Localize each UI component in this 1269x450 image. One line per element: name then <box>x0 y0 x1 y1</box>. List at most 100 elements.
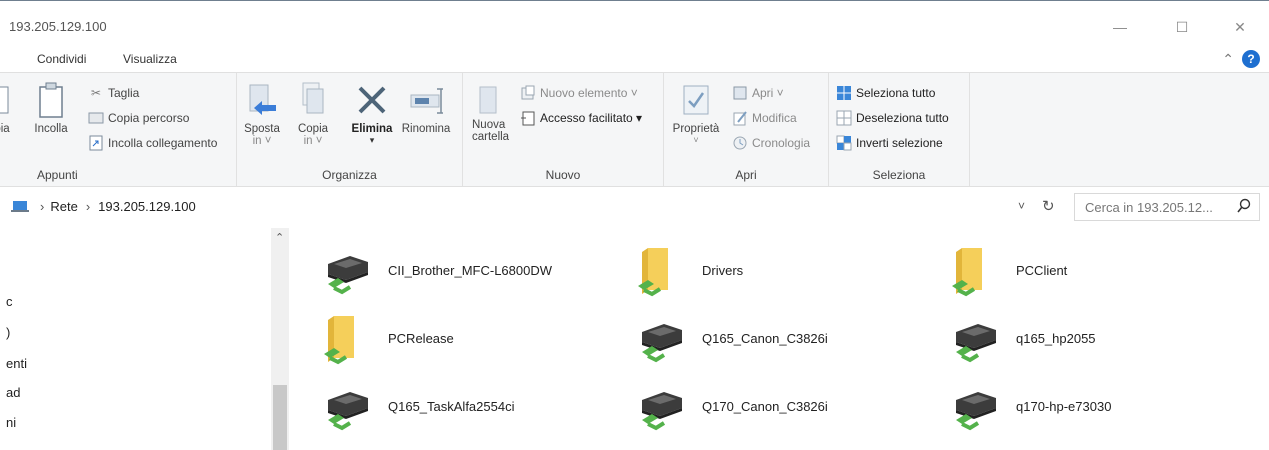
network-printer-icon <box>948 378 1002 434</box>
sposta-in-button[interactable]: Sposta in ˅ <box>240 81 284 147</box>
nav-item[interactable]: ) <box>6 325 10 340</box>
nav-item[interactable]: enti <box>6 356 27 371</box>
edit-icon <box>732 110 748 126</box>
copia-percorso-button[interactable]: Copia percorso <box>88 110 189 126</box>
history-icon <box>732 135 748 151</box>
proprieta-dropdown-icon: ˅ <box>693 135 699 145</box>
proprieta-button[interactable]: Proprietà ˅ <box>666 81 726 145</box>
group-label-apri: Apri <box>735 168 757 182</box>
group-apri: Proprietà ˅ Apri ˅ Modifica Cronologia A… <box>664 73 829 186</box>
item-label: q165_hp2055 <box>1016 330 1096 346</box>
cronologia-button[interactable]: Cronologia <box>732 135 810 151</box>
copia-in-button[interactable]: Copia in ˅ <box>291 81 335 147</box>
rinomina-button[interactable]: Rinomina <box>397 81 455 135</box>
network-folder-icon <box>948 242 1002 298</box>
inverti-selezione-label: Inverti selezione <box>856 136 943 150</box>
easy-access-icon <box>520 110 536 126</box>
network-printer-icon <box>320 378 374 434</box>
modifica-label: Modifica <box>752 111 797 125</box>
group-seleziona: Seleziona tutto Deseleziona tutto Invert… <box>829 73 970 186</box>
file-list: CII_Brother_MFC-L6800DW Drivers PCClient… <box>290 228 1269 450</box>
seleziona-tutto-button[interactable]: Seleziona tutto <box>836 85 935 101</box>
elimina-button[interactable]: Elimina ▾ <box>347 81 397 146</box>
copia-label: pia <box>0 123 10 135</box>
accesso-facilitato-button[interactable]: Accesso facilitato ▾ <box>520 110 642 126</box>
copia-in-dropdown-label: in ˅ <box>303 135 323 147</box>
nav-item[interactable]: c <box>6 294 13 309</box>
scroll-up-icon[interactable]: ⌃ <box>275 231 284 244</box>
refresh-icon[interactable]: ↻ <box>1042 197 1055 215</box>
scissors-icon: ✂ <box>90 86 102 100</box>
deseleziona-tutto-button[interactable]: Deseleziona tutto <box>836 110 949 126</box>
paste-shortcut-icon <box>88 135 104 151</box>
select-all-icon <box>836 85 852 101</box>
copia-percorso-label: Copia percorso <box>108 111 190 125</box>
search-placeholder: Cerca in 193.205.12... <box>1085 199 1213 215</box>
window-top-border <box>0 0 1269 7</box>
maximize-button[interactable]: ☐ <box>1160 13 1204 41</box>
list-item[interactable]: PCClient <box>948 242 1067 298</box>
inverti-selezione-button[interactable]: Inverti selezione <box>836 135 943 151</box>
cronologia-label: Cronologia <box>752 136 811 150</box>
network-printer-icon <box>634 310 688 366</box>
rinomina-label: Rinomina <box>401 123 451 135</box>
elimina-dropdown-icon: ▾ <box>369 135 375 145</box>
search-icon[interactable] <box>1237 198 1251 214</box>
sposta-dropdown-label: in ˅ <box>252 135 272 147</box>
breadcrumb-host[interactable]: 193.205.129.100 <box>98 199 196 214</box>
ribbon: pia Incolla ✂ Taglia Copia percorso Inco… <box>0 72 1269 187</box>
list-item[interactable]: Q165_TaskAlfa2554ci <box>320 378 514 434</box>
item-label: Drivers <box>702 262 744 278</box>
taglia-button[interactable]: ✂ Taglia <box>88 85 139 101</box>
minimize-button[interactable]: — <box>1098 13 1142 41</box>
incolla-collegamento-button[interactable]: Incolla collegamento <box>88 135 217 151</box>
list-item[interactable]: Drivers <box>634 242 743 298</box>
nav-item[interactable]: ni <box>6 415 16 430</box>
network-icon <box>10 198 30 214</box>
scrollbar-thumb[interactable] <box>273 385 287 450</box>
item-label: Q165_Canon_C3826i <box>702 330 828 346</box>
group-label-appunti: Appunti <box>37 168 78 182</box>
list-item[interactable]: Q165_Canon_C3826i <box>634 310 828 366</box>
nuovo-elemento-label: Nuovo elemento ˅ <box>540 86 638 100</box>
help-icon[interactable]: ? <box>1242 50 1260 68</box>
breadcrumb-rete[interactable]: Rete <box>50 199 77 214</box>
delete-x-icon <box>355 81 389 119</box>
incolla-button[interactable]: Incolla <box>29 81 73 135</box>
taglia-label: Taglia <box>108 86 140 100</box>
tab-visualizza[interactable]: Visualizza <box>123 52 177 66</box>
tab-condividi[interactable]: Condividi <box>37 52 86 66</box>
close-button[interactable]: ✕ <box>1218 13 1262 41</box>
item-label: PCClient <box>1016 262 1068 278</box>
select-none-icon <box>836 110 852 126</box>
copy-to-icon <box>296 81 330 119</box>
collapse-ribbon-chevron-icon[interactable]: ⌃ <box>1222 51 1234 68</box>
window-title: 193.205.129.100 <box>9 19 107 34</box>
nuovo-elemento-button[interactable]: Nuovo elemento ˅ <box>520 85 638 101</box>
list-item[interactable]: q165_hp2055 <box>948 310 1096 366</box>
incolla-collegamento-label: Incolla collegamento <box>108 136 218 150</box>
network-printer-icon <box>634 378 688 434</box>
apri-button[interactable]: Apri ˅ <box>732 85 784 101</box>
address-history-chevron-icon[interactable]: ˅ <box>1018 199 1025 213</box>
copia-in-label: Copia <box>297 123 329 135</box>
search-input[interactable]: Cerca in 193.205.12... <box>1074 193 1260 221</box>
breadcrumb-separator-icon: › <box>40 198 45 214</box>
apri-label: Apri ˅ <box>752 86 784 100</box>
list-item[interactable]: q170-hp-e73030 <box>948 378 1111 434</box>
nuova-cartella-button[interactable]: Nuova cartella <box>466 81 520 143</box>
list-item[interactable]: CII_Brother_MFC-L6800DW <box>320 242 552 298</box>
copia-button[interactable]: pia <box>0 81 20 135</box>
network-printer-icon <box>948 310 1002 366</box>
network-folder-icon <box>634 242 688 298</box>
item-label: Q170_Canon_C3826i <box>702 398 828 414</box>
address-bar[interactable]: › Rete › 193.205.129.100 ˅ ↻ <box>10 194 1060 218</box>
ribbon-tabs: Condividi Visualizza ⌃ ? <box>0 45 1269 72</box>
list-item[interactable]: PCRelease <box>320 310 454 366</box>
modifica-button[interactable]: Modifica <box>732 110 797 126</box>
group-appunti: pia Incolla ✂ Taglia Copia percorso Inco… <box>0 73 237 186</box>
list-item[interactable]: Q170_Canon_C3826i <box>634 378 828 434</box>
nav-item[interactable]: ad <box>6 385 20 400</box>
nav-scrollbar[interactable]: ⌃ <box>271 228 289 450</box>
copy-icon <box>0 81 19 119</box>
